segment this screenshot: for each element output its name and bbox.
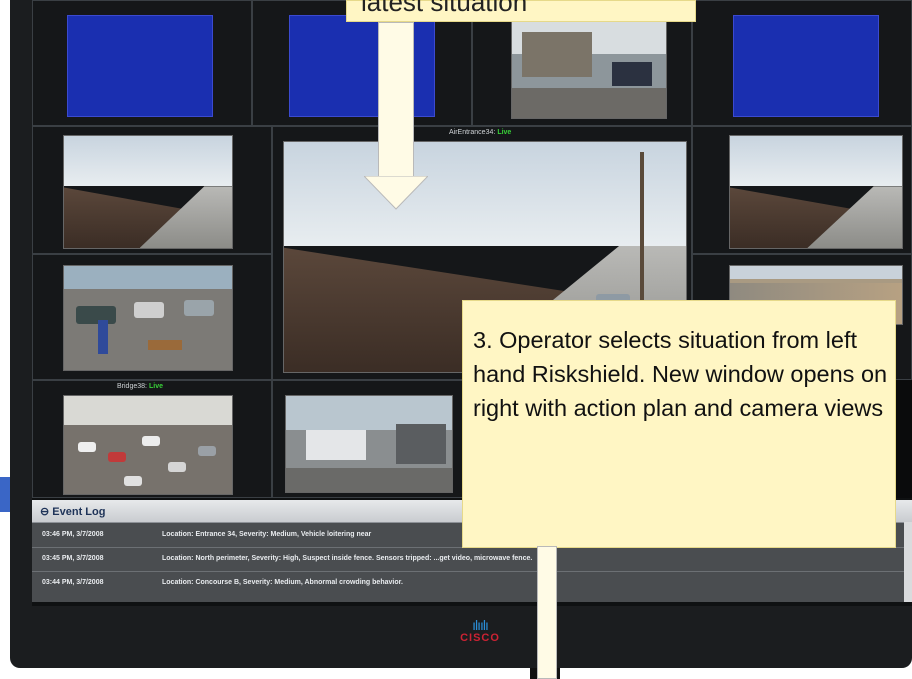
- event-log-row[interactable]: 03:44 PM, 3/7/2008 Location: Concourse B…: [32, 572, 904, 594]
- camera-feed-bridge[interactable]: [63, 395, 233, 495]
- camera-feed-border-wall[interactable]: [63, 135, 233, 249]
- camera-feed-border-wall-right[interactable]: [729, 135, 903, 249]
- camera-cell-4[interactable]: [692, 0, 912, 126]
- arrow-down-head: [364, 176, 428, 210]
- cisco-logo: ılıılı CISCO: [450, 618, 510, 644]
- callout-top: latest situation: [346, 0, 696, 22]
- camera-feed-truck-inspection[interactable]: [285, 395, 453, 493]
- camera-feed-empty[interactable]: [67, 15, 213, 117]
- arrow-up: [537, 546, 557, 679]
- camera-feed-parking-lot[interactable]: [63, 265, 233, 371]
- background-strip: [0, 477, 10, 512]
- arrow-down: [378, 22, 414, 182]
- camera-cell-7[interactable]: Bridge38: Live: [32, 380, 272, 498]
- camera-cell-1[interactable]: [32, 0, 252, 126]
- camera-feed-checkpoint[interactable]: [511, 11, 667, 119]
- camera-title-bridge: Bridge38: Live: [117, 383, 163, 390]
- event-log-row[interactable]: 03:45 PM, 3/7/2008 Location: North perim…: [32, 548, 904, 570]
- camera-cell-9[interactable]: [692, 126, 912, 254]
- camera-cell-8[interactable]: [272, 380, 492, 498]
- event-log-scrollbar[interactable]: [904, 522, 912, 602]
- collapse-icon[interactable]: ⊖: [40, 506, 49, 518]
- camera-cell-5[interactable]: [32, 126, 272, 254]
- cisco-bars-icon: ılıılı: [472, 617, 489, 633]
- camera-cell-6[interactable]: [32, 254, 272, 380]
- event-log-title: ⊖ Event Log: [40, 506, 106, 518]
- callout-right: 3. Operator selects situation from left …: [462, 300, 896, 548]
- camera-title-airentrance: AirEntrance34: Live: [449, 129, 512, 136]
- camera-feed-empty[interactable]: [733, 15, 879, 117]
